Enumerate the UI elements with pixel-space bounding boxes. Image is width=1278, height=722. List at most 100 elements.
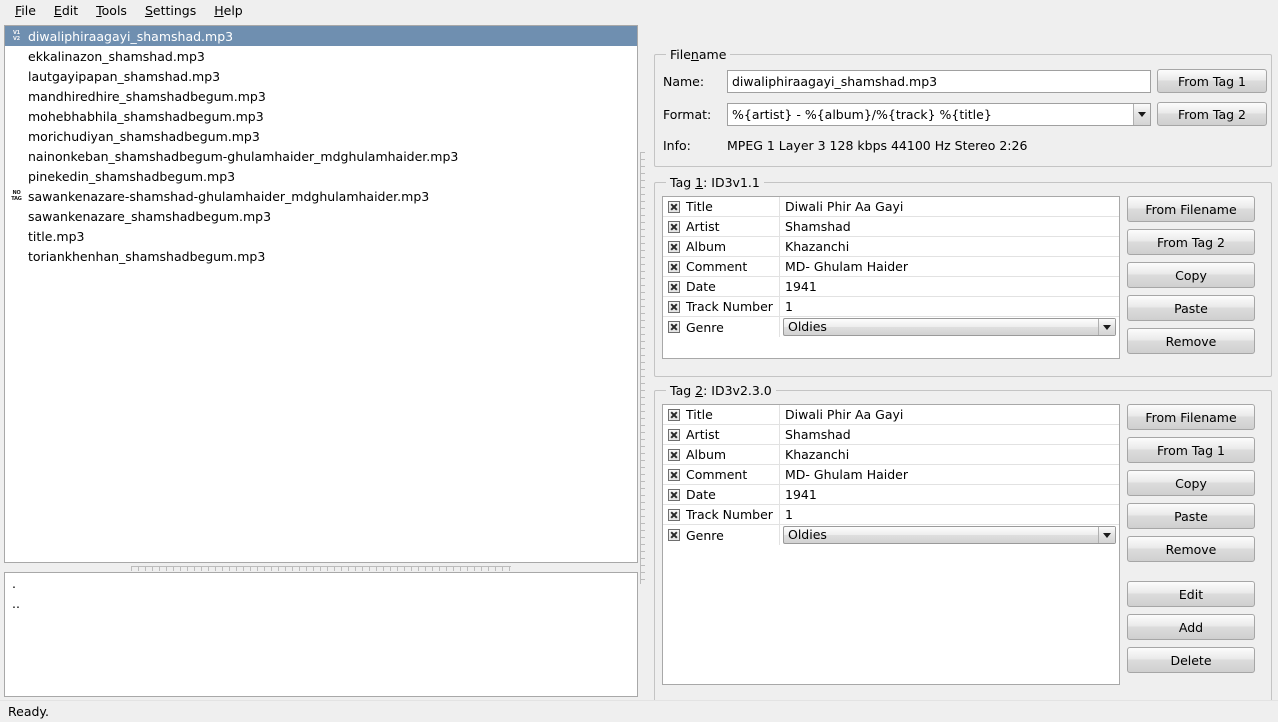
tag2-checkbox-track-number[interactable]	[668, 508, 680, 521]
tag2-value-title[interactable]: Diwali Phir Aa Gayi	[780, 405, 1119, 425]
menu-tools[interactable]: Tools	[87, 1, 136, 21]
tag1-checkbox-album[interactable]	[668, 240, 680, 253]
tag1-checkbox-genre[interactable]	[668, 321, 680, 333]
menu-edit[interactable]: Edit	[45, 1, 87, 21]
menu-label-rest: ools	[101, 3, 127, 18]
tag-field-label: Album	[686, 447, 727, 462]
tag1-value-genre[interactable]: Oldies	[780, 317, 1119, 337]
tag2-from-filename-button[interactable]: From Filename	[1127, 404, 1255, 430]
tag1-checkbox-comment[interactable]	[668, 260, 680, 273]
tag1-value-date[interactable]: 1941	[780, 277, 1119, 297]
tag1-genre-combobox[interactable]: Oldies	[783, 318, 1116, 336]
horizontal-splitter-handle[interactable]	[4, 565, 638, 572]
tag2-frame-delete-button[interactable]: Delete	[1127, 647, 1255, 673]
filename-group: Filename Name: diwaliphiraagayi_shamshad…	[654, 47, 1272, 167]
tag-row[interactable]: Date 1941	[663, 484, 1119, 505]
directory-list[interactable]: ...	[4, 572, 638, 697]
file-list-item[interactable]: pinekedin_shamshadbegum.mp3	[5, 166, 637, 186]
file-list-item[interactable]: sawankenazare_shamshadbegum.mp3	[5, 206, 637, 226]
menu-help[interactable]: Help	[205, 1, 252, 21]
filename-name-input[interactable]: diwaliphiraagayi_shamshad.mp3	[727, 69, 1151, 93]
status-text: Ready.	[8, 704, 49, 719]
menu-settings[interactable]: Settings	[136, 1, 205, 21]
tag1-paste-button[interactable]: Paste	[1127, 295, 1255, 321]
tag1-remove-button[interactable]: Remove	[1127, 328, 1255, 354]
menu-file[interactable]: File	[6, 1, 45, 21]
tag2-value-comment[interactable]: MD- Ghulam Haider	[780, 465, 1119, 485]
tag-row[interactable]: Genre Oldies	[663, 317, 1119, 337]
tag-row[interactable]: Genre Oldies	[663, 525, 1119, 545]
tag-row[interactable]: Comment MD- Ghulam Haider	[663, 256, 1119, 277]
tag-row[interactable]: Track Number 1	[663, 504, 1119, 525]
tag1-value-track-number[interactable]: 1	[780, 297, 1119, 317]
file-list-item[interactable]: title.mp3	[5, 226, 637, 246]
tag1-checkbox-artist[interactable]	[668, 220, 680, 233]
directory-list-item[interactable]: ..	[5, 593, 637, 613]
file-list-item[interactable]: toriankhenhan_shamshadbegum.mp3	[5, 246, 637, 266]
chevron-down-icon[interactable]	[1133, 103, 1150, 125]
file-list-item[interactable]: nainonkeban_shamshadbegum-ghulamhaider_m…	[5, 146, 637, 166]
tag1-value-artist[interactable]: Shamshad	[780, 217, 1119, 237]
tag-row[interactable]: Date 1941	[663, 276, 1119, 297]
tag1-value-title[interactable]: Diwali Phir Aa Gayi	[780, 197, 1119, 217]
vertical-splitter-handle[interactable]	[639, 152, 646, 584]
tag1-from-tag-2-button[interactable]: From Tag 2	[1127, 229, 1255, 255]
tag-row[interactable]: Artist Shamshad	[663, 424, 1119, 445]
tag2-paste-button[interactable]: Paste	[1127, 503, 1255, 529]
tag2-value-date[interactable]: 1941	[780, 485, 1119, 505]
chevron-down-icon[interactable]	[1098, 527, 1115, 543]
file-name-label: lautgayipapan_shamshad.mp3	[28, 68, 221, 84]
tag-row[interactable]: Title Diwali Phir Aa Gayi	[663, 405, 1119, 425]
tag2-checkbox-title[interactable]	[668, 408, 680, 421]
tag1-from-filename-button[interactable]: From Filename	[1127, 196, 1255, 222]
file-list-item[interactable]: mandhiredhire_shamshadbegum.mp3	[5, 86, 637, 106]
menu-mnemonic: H	[214, 3, 224, 18]
tag2-copy-button[interactable]: Copy	[1127, 470, 1255, 496]
tag-row[interactable]: Title Diwali Phir Aa Gayi	[663, 197, 1119, 217]
tag-row[interactable]: Album Khazanchi	[663, 236, 1119, 257]
tag1-checkbox-title[interactable]	[668, 200, 680, 213]
filename-group-title: Filename	[666, 47, 731, 62]
tag2-genre-combobox[interactable]: Oldies	[783, 526, 1116, 544]
tag2-frame-button-column: Edit Add Delete	[1127, 581, 1255, 680]
tag1-copy-button[interactable]: Copy	[1127, 262, 1255, 288]
file-list-item[interactable]: NO TAG sawankenazare-shamshad-ghulamhaider…	[5, 186, 637, 206]
file-list-item[interactable]: mohebhabhila_shamshadbegum.mp3	[5, 106, 637, 126]
tag2-field-table[interactable]: Title Diwali Phir Aa Gayi Artist Shamshad Al…	[662, 404, 1120, 685]
directory-list-item[interactable]: .	[5, 573, 637, 593]
tag1-group: Tag 1: ID3v1.1 Title Diwali Phir Aa Gayi A…	[654, 175, 1272, 377]
tag2-checkbox-artist[interactable]	[668, 428, 680, 441]
file-list-item[interactable]: lautgayipapan_shamshad.mp3	[5, 66, 637, 86]
tag1-checkbox-date[interactable]	[668, 280, 680, 293]
tag-row[interactable]: Comment MD- Ghulam Haider	[663, 464, 1119, 485]
tag1-value-comment[interactable]: MD- Ghulam Haider	[780, 257, 1119, 277]
tag-row[interactable]: Artist Shamshad	[663, 216, 1119, 237]
tag1-value-album[interactable]: Khazanchi	[780, 237, 1119, 257]
filename-from-tag1-button[interactable]: From Tag 1	[1157, 69, 1267, 93]
tag2-value-track-number[interactable]: 1	[780, 505, 1119, 525]
tag2-remove-button[interactable]: Remove	[1127, 536, 1255, 562]
directory-name-label: ..	[12, 595, 20, 611]
tag2-checkbox-album[interactable]	[668, 448, 680, 461]
tag2-value-artist[interactable]: Shamshad	[780, 425, 1119, 445]
filename-from-tag2-button[interactable]: From Tag 2	[1157, 102, 1267, 126]
chevron-down-icon[interactable]	[1098, 319, 1115, 335]
tag2-value-genre[interactable]: Oldies	[780, 525, 1119, 545]
tag-row[interactable]: Album Khazanchi	[663, 444, 1119, 465]
tag2-checkbox-comment[interactable]	[668, 468, 680, 481]
tag2-frame-edit-button[interactable]: Edit	[1127, 581, 1255, 607]
tag1-checkbox-track-number[interactable]	[668, 300, 680, 313]
tag2-frame-add-button[interactable]: Add	[1127, 614, 1255, 640]
file-list[interactable]: V1 V2 diwaliphiraagayi_shamshad.mp3 ekkalin…	[4, 25, 638, 563]
tag2-checkbox-date[interactable]	[668, 488, 680, 501]
file-list-item[interactable]: morichudiyan_shamshadbegum.mp3	[5, 126, 637, 146]
tag1-field-table[interactable]: Title Diwali Phir Aa Gayi Artist Shamshad Al…	[662, 196, 1120, 359]
filename-format-combobox[interactable]: %{artist} - %{album}/%{track} %{title}	[727, 102, 1151, 126]
tag2-checkbox-genre[interactable]	[668, 529, 680, 541]
tag2-value-album[interactable]: Khazanchi	[780, 445, 1119, 465]
tag2-from-tag-1-button[interactable]: From Tag 1	[1127, 437, 1255, 463]
file-list-item[interactable]: ekkalinazon_shamshad.mp3	[5, 46, 637, 66]
file-list-item[interactable]: V1 V2 diwaliphiraagayi_shamshad.mp3	[5, 26, 637, 46]
tag-field-cell: Title	[663, 197, 780, 217]
tag-row[interactable]: Track Number 1	[663, 296, 1119, 317]
